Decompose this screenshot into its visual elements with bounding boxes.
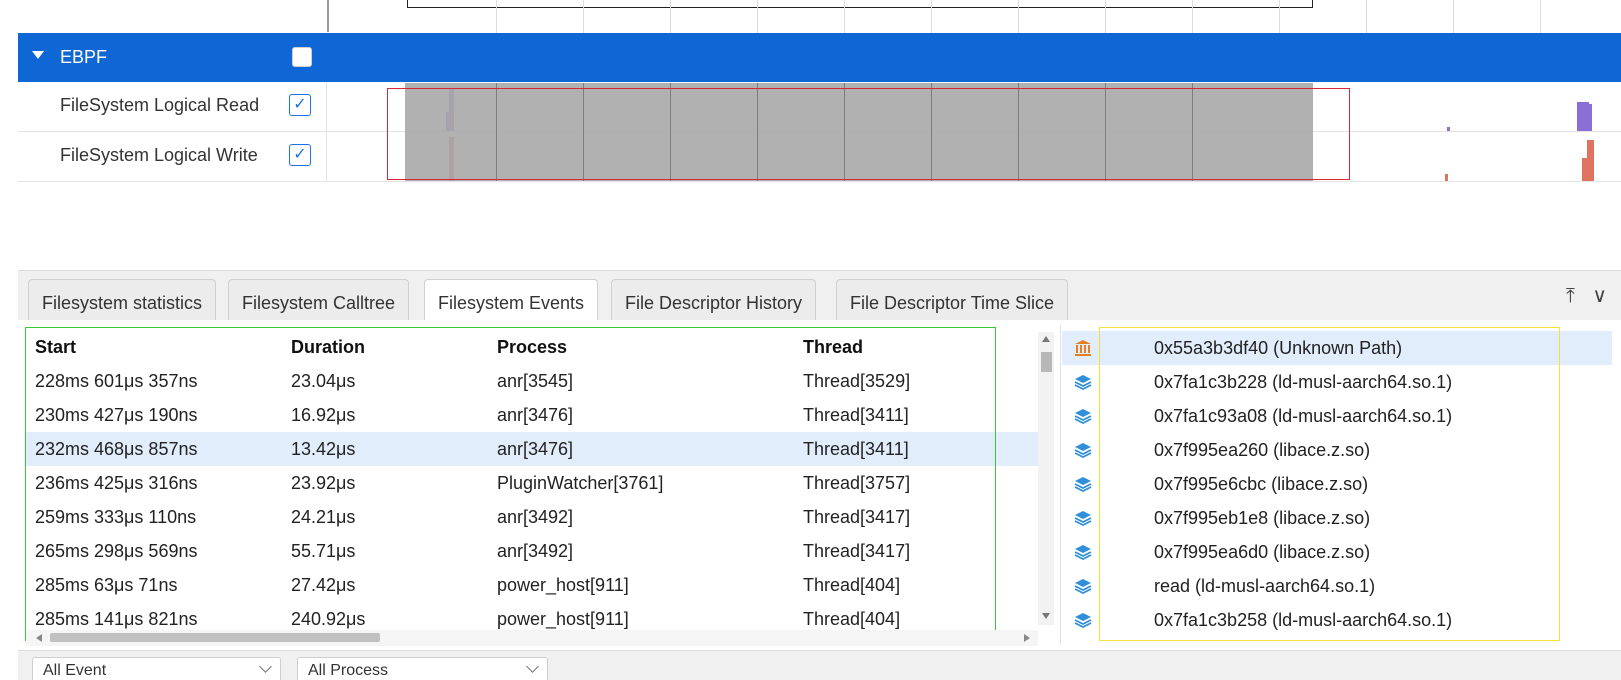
chevron-down-icon — [259, 660, 272, 673]
tab-file-descriptor-history[interactable]: File Descriptor History — [611, 279, 817, 321]
scroll-right-icon[interactable] — [1024, 634, 1030, 642]
scroll-thumb[interactable] — [50, 633, 380, 642]
ruler-grid-line — [1453, 0, 1454, 33]
read-activity-bar — [1447, 127, 1450, 131]
events-vertical-scrollbar[interactable] — [1038, 332, 1054, 625]
timeline-ruler — [0, 0, 1621, 33]
scroll-up-icon[interactable] — [1042, 336, 1050, 342]
scroll-down-icon[interactable] — [1042, 613, 1050, 619]
scroll-thumb[interactable] — [1041, 352, 1052, 372]
read-activity-bar — [1589, 104, 1592, 131]
highlight-box — [387, 88, 1350, 180]
events-highlight-box — [25, 327, 996, 641]
filter-bar: All Event All Process — [18, 650, 1621, 680]
read-activity-bar — [1577, 102, 1589, 131]
layers-icon — [1074, 611, 1092, 629]
ruler-split-line — [327, 0, 329, 32]
layers-icon — [1074, 441, 1092, 459]
ruler-grid-line — [1540, 0, 1541, 33]
layers-icon — [1074, 373, 1092, 391]
ruler-grid-line — [670, 0, 671, 33]
ruler-grid-line — [1366, 0, 1367, 33]
layers-icon — [1074, 509, 1092, 527]
lane-checkbox[interactable]: ✓ — [289, 144, 311, 166]
event-type-dropdown[interactable]: All Event — [32, 657, 281, 680]
tab-bar: Filesystem statistics Filesystem Calltre… — [18, 270, 1621, 322]
write-activity-bar — [1445, 174, 1448, 181]
chevron-down-icon — [526, 660, 539, 673]
callstack-highlight-box — [1099, 327, 1560, 641]
layers-icon — [1074, 407, 1092, 425]
ruler-selection-bracket — [407, 0, 1313, 8]
chevron-down-icon[interactable]: ∨ — [1592, 285, 1607, 307]
ruler-grid-line — [757, 0, 758, 33]
ebpf-group-checkbox[interactable] — [292, 47, 312, 67]
tab-filesystem-events[interactable]: Filesystem Events — [424, 279, 599, 322]
lane-checkbox[interactable]: ✓ — [289, 94, 311, 116]
pin-top-icon[interactable]: ⤒ — [1566, 285, 1575, 307]
ruler-grid-line — [844, 0, 845, 33]
write-activity-bar — [1582, 158, 1587, 181]
event-type-value: All Event — [43, 662, 107, 679]
process-value: All Process — [308, 662, 389, 679]
ebpf-group-row[interactable]: EBPF — [18, 33, 1621, 82]
tab-file-descriptor-time-slice[interactable]: File Descriptor Time Slice — [836, 279, 1069, 321]
bank-icon — [1074, 339, 1092, 357]
write-activity-bar — [1587, 140, 1594, 181]
process-dropdown[interactable]: All Process — [297, 657, 548, 680]
ruler-grid-line — [583, 0, 584, 33]
layers-icon — [1074, 475, 1092, 493]
lane-divider — [326, 82, 327, 132]
ruler-grid-line — [931, 0, 932, 33]
ruler-grid-line — [1192, 0, 1193, 33]
tab-actions: ⤒ ∨ — [1554, 283, 1607, 308]
lane-label: FileSystem Logical Read — [60, 95, 260, 115]
tab-filesystem-calltree[interactable]: Filesystem Calltree — [228, 279, 410, 321]
stack-divider — [1060, 325, 1061, 645]
scroll-left-icon[interactable] — [36, 634, 42, 642]
ebpf-group-label: EBPF — [60, 47, 108, 67]
lane-divider — [326, 132, 327, 182]
ruler-grid-line — [1105, 0, 1106, 33]
ruler-grid-line — [496, 0, 497, 33]
layers-icon — [1074, 577, 1092, 595]
events-horizontal-scrollbar[interactable] — [26, 630, 1038, 646]
collapse-triangle-icon[interactable] — [32, 51, 44, 59]
lane-label: FileSystem Logical Write — [60, 145, 258, 165]
ruler-grid-line — [1018, 0, 1019, 33]
layers-icon — [1074, 543, 1092, 561]
ruler-grid-line — [1279, 0, 1280, 33]
tab-filesystem-statistics[interactable]: Filesystem statistics — [28, 279, 217, 321]
